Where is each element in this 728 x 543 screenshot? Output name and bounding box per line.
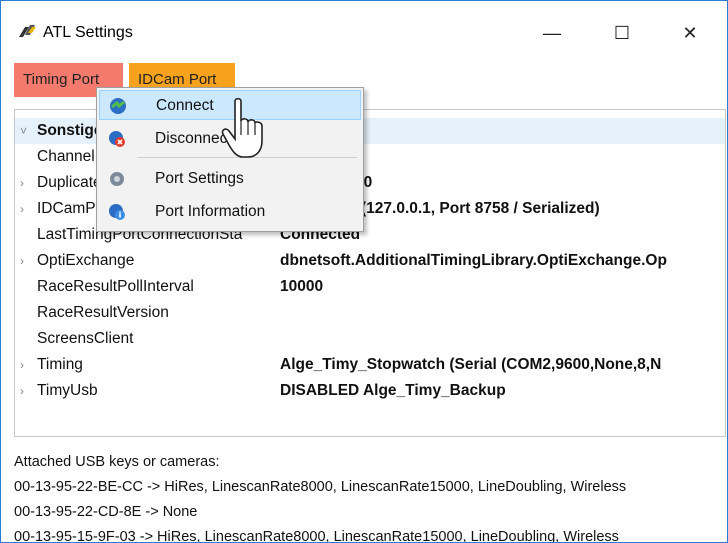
collapse-icon[interactable]: ˅ — [20, 118, 27, 144]
menu-item-label: Port Settings — [155, 170, 244, 187]
atl-settings-window: ATL Settings — ☐ ✕ Timing Port IDCam Por… — [0, 0, 728, 543]
port-information-icon — [109, 204, 125, 220]
expand-icon[interactable]: › — [20, 196, 24, 222]
property-name: RaceResultVersion — [37, 304, 169, 321]
disconnect-icon — [109, 131, 125, 147]
app-icon — [19, 25, 36, 37]
property-name: ScreensClient — [37, 330, 134, 347]
mouse-pointer-icon — [221, 97, 263, 158]
connect-icon — [110, 98, 126, 114]
menu-item-port-information[interactable]: Port Information — [99, 197, 361, 227]
property-name: OptiExchange — [37, 252, 135, 269]
expand-icon[interactable]: › — [20, 378, 24, 404]
grid-row[interactable]: › TimyUsb DISABLED Alge_Timy_Backup — [15, 378, 725, 404]
maximize-icon: ☐ — [613, 22, 631, 43]
menu-item-label: Connect — [156, 97, 214, 114]
grid-row[interactable]: ScreensClient — [15, 326, 725, 352]
grid-row[interactable]: RaceResultVersion — [15, 300, 725, 326]
close-button[interactable]: ✕ — [667, 17, 713, 49]
window-title: ATL Settings — [43, 24, 133, 41]
maximize-button[interactable]: ☐ — [599, 17, 645, 49]
expand-icon[interactable]: › — [20, 248, 24, 274]
menu-item-port-settings[interactable]: Port Settings — [99, 164, 361, 194]
usb-device-line: 00-13-95-22-BE-CC -> HiRes, LinescanRate… — [14, 479, 627, 495]
usb-list-header: Attached USB keys or cameras: — [14, 454, 220, 470]
property-value: 10000 — [280, 278, 324, 295]
minimize-icon: — — [543, 22, 561, 43]
expand-icon[interactable]: › — [20, 170, 24, 196]
port-settings-icon — [110, 172, 124, 186]
usb-device-list: Attached USB keys or cameras: 00-13-95-2… — [14, 450, 726, 543]
menu-item-label: Port Information — [155, 203, 266, 220]
close-icon: ✕ — [682, 22, 698, 43]
grid-row[interactable]: › Timing Alge_Timy_Stopwatch (Serial (CO… — [15, 352, 725, 378]
property-value: dbnetsoft.AdditionalTimingLibrary.OptiEx… — [280, 252, 667, 269]
property-value: Alge_Timy_Stopwatch (Serial (COM2,9600,N… — [280, 356, 662, 373]
property-name: TimyUsb — [37, 382, 98, 399]
grid-row[interactable]: RaceResultPollInterval 10000 — [15, 274, 725, 300]
property-name: RaceResultPollInterval — [37, 278, 194, 295]
property-value: DISABLED Alge_Timy_Backup — [280, 382, 506, 399]
title-bar: ATL Settings — ☐ ✕ — [1, 1, 727, 61]
grid-row[interactable]: › OptiExchange dbnetsoft.AdditionalTimin… — [15, 248, 725, 274]
expand-icon[interactable]: › — [20, 352, 24, 378]
category-label: Sonstige — [37, 122, 103, 139]
property-value: (127.0.0.1, Port 8758 / Serialized) — [361, 200, 600, 217]
usb-device-line: 00-13-95-22-CD-8E -> None — [14, 504, 198, 520]
minimize-button[interactable]: — — [529, 17, 575, 49]
property-name: Timing — [37, 356, 83, 373]
usb-device-line: 00-13-95-15-9F-03 -> HiRes, LinescanRate… — [14, 529, 619, 543]
